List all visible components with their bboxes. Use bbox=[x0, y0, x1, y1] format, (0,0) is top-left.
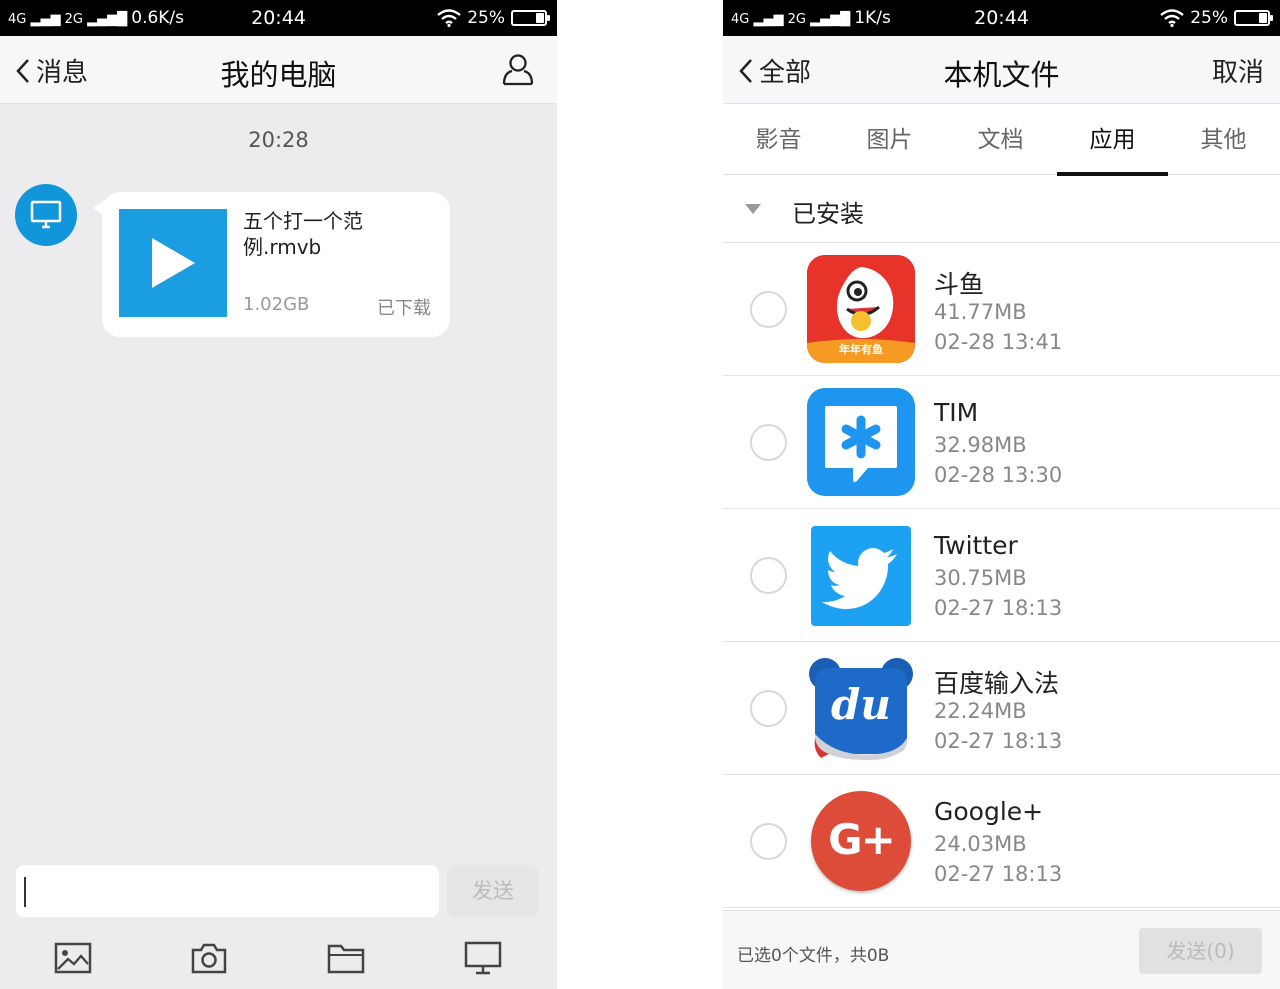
list-item[interactable]: G+ Google+ 24.03MB 02-27 18:13 bbox=[723, 775, 1280, 908]
back-label: 全部 bbox=[759, 58, 812, 88]
app-size: 22.24MB bbox=[934, 699, 1027, 723]
tab-other[interactable]: 其他 bbox=[1168, 104, 1279, 175]
app-date: 02-28 13:30 bbox=[934, 463, 1063, 487]
list-item[interactable]: 年年有鱼 斗鱼 41.77MB 02-28 13:41 bbox=[723, 243, 1280, 376]
file-status: 已下载 bbox=[377, 298, 431, 319]
send-files-button[interactable]: 发送(0) bbox=[1139, 928, 1262, 974]
wifi-icon bbox=[437, 9, 461, 27]
list-item[interactable]: du 百度输入法 22.24MB 02-27 18:13 bbox=[723, 642, 1280, 775]
douyu-app-icon: 年年有鱼 bbox=[807, 255, 915, 363]
list-item[interactable]: TIM 32.98MB 02-28 13:30 bbox=[723, 376, 1280, 509]
app-name: Twitter bbox=[934, 531, 1018, 560]
play-icon bbox=[152, 238, 195, 288]
file-name: 五个打一个范例.rmvb bbox=[243, 209, 363, 259]
app-date: 02-27 18:13 bbox=[934, 862, 1063, 886]
app-name: 斗鱼 bbox=[934, 270, 985, 299]
avatar[interactable] bbox=[15, 184, 77, 246]
tab-images[interactable]: 图片 bbox=[834, 104, 945, 175]
send-button[interactable]: 发送 bbox=[447, 865, 539, 917]
app-name: TIM bbox=[934, 398, 979, 427]
image-icon[interactable] bbox=[53, 940, 93, 976]
file-size: 1.02GB bbox=[243, 294, 310, 315]
cancel-button[interactable]: 取消 bbox=[1212, 52, 1264, 89]
folder-icon[interactable] bbox=[326, 940, 366, 976]
nav-bar: 消息 我的电脑 bbox=[0, 36, 557, 104]
section-label: 已安装 bbox=[792, 200, 864, 228]
tim-app-icon bbox=[807, 388, 915, 496]
tab-apps[interactable]: 应用 bbox=[1057, 104, 1168, 176]
selection-footer: 已选0个文件，共0B 发送(0) bbox=[723, 910, 1280, 989]
select-radio[interactable] bbox=[750, 557, 787, 594]
app-name: 百度输入法 bbox=[934, 669, 1060, 698]
app-size: 24.03MB bbox=[934, 832, 1027, 856]
twitter-app-icon bbox=[811, 526, 911, 626]
category-tabs: 影音 图片 文档 应用 其他 bbox=[723, 104, 1280, 176]
back-button[interactable]: 全部 bbox=[739, 52, 811, 89]
installed-section-header[interactable]: 已安装 bbox=[723, 176, 1280, 243]
icon-caption: du bbox=[831, 680, 891, 729]
select-radio[interactable] bbox=[750, 424, 787, 461]
app-size: 32.98MB bbox=[934, 433, 1027, 457]
chevron-left-icon bbox=[739, 58, 752, 83]
app-date: 02-27 18:13 bbox=[934, 729, 1063, 753]
app-date: 02-27 18:13 bbox=[934, 596, 1063, 620]
select-radio[interactable] bbox=[750, 823, 787, 860]
user-profile-icon[interactable] bbox=[501, 52, 535, 86]
camera-icon[interactable] bbox=[189, 940, 229, 976]
tab-media[interactable]: 影音 bbox=[723, 104, 834, 175]
tab-documents[interactable]: 文档 bbox=[945, 104, 1056, 175]
wifi-icon bbox=[1160, 9, 1184, 27]
app-name: Google+ bbox=[934, 797, 1044, 826]
app-date: 02-28 13:41 bbox=[934, 330, 1063, 354]
chat-toolbar bbox=[0, 930, 557, 989]
google-plus-app-icon: G+ bbox=[811, 791, 911, 891]
status-bar: 4G ▂▄▆ 2G ▂▄▆█ 1K/s 20:44 25% bbox=[723, 0, 1280, 36]
file-picker-screen: 4G ▂▄▆ 2G ▂▄▆█ 1K/s 20:44 25% 全部 本机文件 取消… bbox=[723, 0, 1280, 989]
text-caret bbox=[24, 877, 26, 907]
selection-summary: 已选0个文件，共0B bbox=[737, 946, 890, 966]
icon-caption: G+ bbox=[828, 815, 896, 864]
back-button[interactable]: 消息 bbox=[16, 52, 88, 89]
chevron-left-icon bbox=[16, 58, 29, 83]
battery-icon bbox=[1234, 10, 1273, 26]
bird-icon bbox=[822, 548, 897, 609]
app-size: 30.75MB bbox=[934, 566, 1027, 590]
battery-percent: 25% bbox=[467, 8, 505, 28]
icon-caption: 年年有鱼 bbox=[839, 343, 883, 356]
collapse-triangle-icon bbox=[745, 204, 761, 214]
battery-percent: 25% bbox=[1190, 8, 1228, 28]
file-message-bubble[interactable]: 五个打一个范例.rmvb 1.02GB 已下载 bbox=[93, 192, 450, 337]
list-item[interactable]: Twitter 30.75MB 02-27 18:13 bbox=[723, 509, 1280, 642]
baidu-ime-app-icon: du bbox=[807, 654, 915, 762]
chat-screen: 4G ▂▄▆ 2G ▂▄▆█ 0.6K/s 20:44 25% 消息 我的电脑 … bbox=[0, 0, 557, 989]
monitor-icon bbox=[30, 200, 62, 229]
computer-icon[interactable] bbox=[463, 940, 503, 976]
select-radio[interactable] bbox=[750, 291, 787, 328]
back-label: 消息 bbox=[36, 58, 89, 88]
video-file-icon bbox=[119, 209, 227, 317]
status-bar: 4G ▂▄▆ 2G ▂▄▆█ 0.6K/s 20:44 25% bbox=[0, 0, 557, 36]
select-radio[interactable] bbox=[750, 690, 787, 727]
message-input[interactable] bbox=[16, 865, 439, 917]
nav-bar: 全部 本机文件 取消 bbox=[723, 36, 1280, 104]
battery-icon bbox=[511, 10, 550, 26]
asterisk-bubble-icon bbox=[825, 406, 897, 482]
chat-timestamp: 20:28 bbox=[248, 128, 309, 152]
app-size: 41.77MB bbox=[934, 300, 1027, 324]
